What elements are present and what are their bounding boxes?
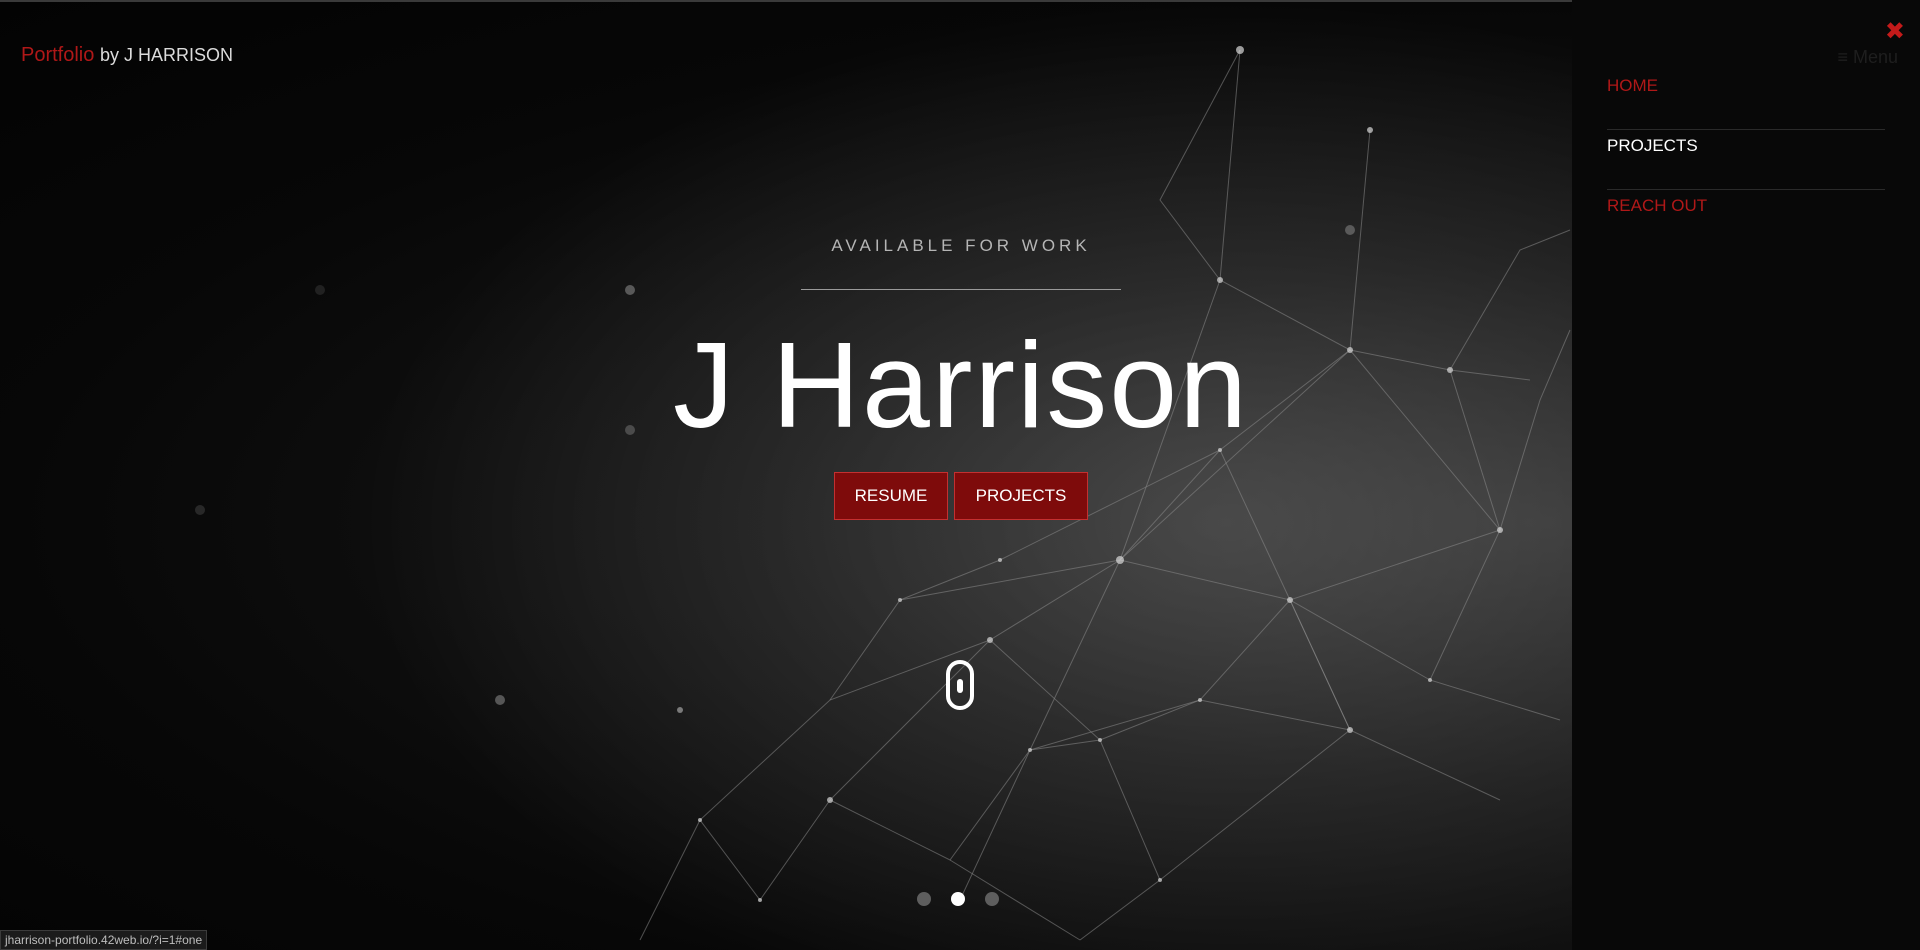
slider-dot-active[interactable] (951, 892, 965, 906)
mouse-wheel (957, 679, 963, 693)
slider-dot[interactable] (917, 892, 931, 906)
close-icon[interactable]: ✖ (1885, 20, 1905, 44)
browser-status-bar: jharrison-portfolio.42web.io/?i=1#one (0, 930, 208, 950)
hero-divider (801, 289, 1121, 290)
resume-button[interactable]: RESUME (834, 472, 948, 520)
scroll-mouse-icon[interactable] (946, 660, 974, 710)
sidebar-nav: HOME PROJECTS REACH OUT (1607, 70, 1920, 250)
slider-dot[interactable] (985, 892, 999, 906)
hero-eyebrow: AVAILABLE FOR WORK (831, 236, 1091, 255)
nav-item-reach-out[interactable]: REACH OUT (1607, 190, 1885, 250)
nav-item-home[interactable]: HOME (1607, 70, 1885, 130)
nav-item-projects[interactable]: PROJECTS (1607, 130, 1885, 190)
hero-title: J Harrison (673, 317, 1249, 453)
projects-button[interactable]: PROJECTS (954, 472, 1088, 520)
menu-toggle-label[interactable]: ≡ Menu (1837, 47, 1898, 68)
slider-dots (917, 892, 999, 906)
page: Portfolio by J HARRISON AVAILABLE FOR WO… (0, 0, 1920, 950)
hero-buttons: RESUME PROJECTS (834, 472, 1088, 520)
sidebar-menu: ✖ ≡ Menu HOME PROJECTS REACH OUT (1572, 0, 1920, 950)
